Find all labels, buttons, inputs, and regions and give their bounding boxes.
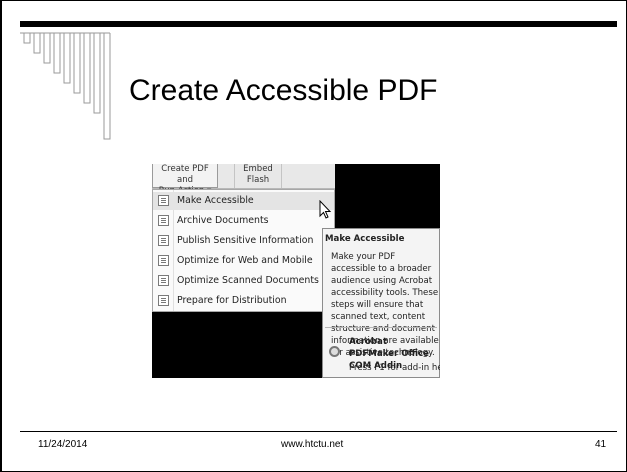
top-rule [20,21,617,27]
addin-gear-icon [329,346,340,357]
menu-item-optimize-scanned-documents[interactable]: Optimize Scanned Documents [153,272,334,290]
action-dropdown-menu: Make Accessible Archive Documents Publis… [152,189,335,312]
footer-date: 11/24/2014 [38,439,88,450]
menu-item-label: Archive Documents [177,215,269,226]
action-list-icon [158,255,169,266]
menu-item-label: Publish Sensitive Information [177,235,314,246]
menu-item-optimize-web-mobile[interactable]: Optimize for Web and Mobile [153,252,334,270]
menu-item-archive-documents[interactable]: Archive Documents [153,212,334,230]
mouse-pointer-icon [319,200,332,219]
app-screenshot: Create PDF and Run Action ▾ Embed Flash … [152,164,440,378]
tooltip-title: Make Accessible [325,234,405,244]
footer-page-number: 41 [595,439,607,450]
tooltip: Make Accessible Make your PDF accessible… [322,228,440,378]
embed-flash-button[interactable]: Embed Flash [234,164,282,188]
action-list-icon [158,275,169,286]
footer-site: www.htctu.net [281,439,344,450]
action-list-icon [158,235,169,246]
menu-item-label: Make Accessible [177,195,254,206]
action-list-icon [158,195,169,206]
embed-flash-line2: Flash [246,175,270,185]
embed-flash-line1: Embed [243,164,273,174]
tooltip-help-text: Press F1 for add-in help. [349,363,440,373]
menu-item-label: Optimize for Web and Mobile [177,255,313,266]
action-list-icon [158,215,169,226]
ribbon: Create PDF and Run Action ▾ Embed Flash [152,164,335,196]
action-list-icon [158,295,169,306]
slide-title: Create Accessible PDF [129,74,438,107]
menu-item-label: Prepare for Distribution [177,295,287,306]
tooltip-divider [325,327,437,328]
menu-item-label: Optimize Scanned Documents [177,275,319,286]
create-pdf-run-action-button[interactable]: Create PDF and Run Action ▾ [152,164,218,196]
menu-item-prepare-for-distribution[interactable]: Prepare for Distribution [153,292,334,310]
footer-rule [20,431,617,432]
slide: Create Accessible PDF Create PDF and Run… [0,0,627,472]
decorative-lines [20,32,111,140]
menu-item-publish-sensitive-information[interactable]: Publish Sensitive Information [153,232,334,250]
create-pdf-button-line1: Create PDF and [161,164,209,185]
menu-item-make-accessible[interactable]: Make Accessible [153,192,334,210]
